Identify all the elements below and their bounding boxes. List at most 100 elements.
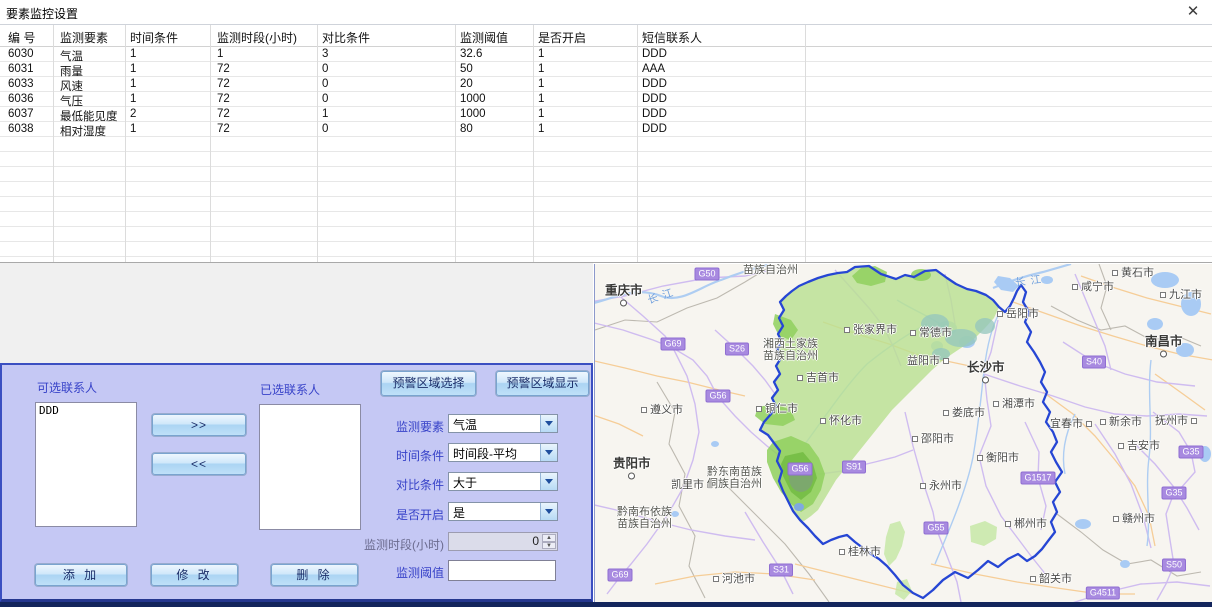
table-cell: 1 bbox=[130, 78, 136, 90]
small-lake-patch bbox=[794, 503, 804, 511]
chevron-down-icon[interactable] bbox=[540, 415, 557, 432]
table-cell: 72 bbox=[217, 78, 230, 90]
period-label: 监测时段(小时) bbox=[302, 536, 444, 553]
table-cell: 2 bbox=[130, 108, 136, 120]
table-cell: DDD bbox=[642, 93, 667, 105]
table-cell: DDD bbox=[642, 123, 667, 135]
area-show-button[interactable]: 预警区域显示 bbox=[496, 371, 589, 396]
table-cell: 6038 bbox=[8, 123, 34, 135]
table-cell: 32.6 bbox=[460, 48, 482, 60]
table-cell: 6036 bbox=[8, 93, 34, 105]
table-cell: 1000 bbox=[460, 108, 486, 120]
column-header: 是否开启 bbox=[538, 29, 586, 46]
overlap-patch bbox=[789, 464, 813, 492]
table-cell: 1 bbox=[130, 48, 136, 60]
move-right-button[interactable]: >> bbox=[152, 414, 246, 436]
table-grid-line bbox=[533, 25, 534, 262]
table-cell: 0 bbox=[322, 93, 328, 105]
table-header: 编 号监测要素时间条件监测时段(小时)对比条件监测阈值是否开启短信联系人 bbox=[0, 25, 1212, 47]
table-cell: 1 bbox=[538, 63, 544, 75]
table-row bbox=[0, 227, 1212, 242]
table-row bbox=[0, 242, 1212, 257]
table-cell: 0 bbox=[322, 78, 328, 90]
time-condition-select[interactable]: 时间段-平均 bbox=[448, 443, 558, 462]
spin-up-icon[interactable]: ▲ bbox=[542, 534, 556, 542]
table-grid-line bbox=[805, 25, 806, 262]
element-monitoring-window: 要素监控设置 ✕ 编 号监测要素时间条件监测时段(小时)对比条件监测阈值是否开启… bbox=[0, 0, 1212, 607]
column-header: 监测阈值 bbox=[460, 29, 508, 46]
selected-contacts-label: 已选联系人 bbox=[260, 381, 320, 398]
table-row[interactable]: 6031雨量1720501AAA bbox=[0, 62, 1212, 77]
settings-panel: 可选联系人 DDD 已选联系人 >> << 预警区域选择 预警区域显示 监测要素… bbox=[0, 363, 593, 602]
element-select[interactable]: 气温 bbox=[448, 414, 558, 433]
table-cell: 0 bbox=[322, 123, 328, 135]
spacer-area bbox=[0, 263, 593, 363]
table-cell: 3 bbox=[322, 48, 328, 60]
table-cell: 1 bbox=[538, 78, 544, 90]
compare-condition-select[interactable]: 大于 bbox=[448, 472, 558, 491]
table-grid-line bbox=[53, 25, 54, 262]
window-bottom-edge bbox=[0, 602, 1212, 607]
table-cell: 80 bbox=[460, 123, 473, 135]
time-condition-value: 时间段-平均 bbox=[453, 445, 517, 462]
table-cell: 20 bbox=[460, 78, 473, 90]
table-cell: 6037 bbox=[8, 108, 34, 120]
available-contacts-list[interactable]: DDD bbox=[35, 402, 137, 527]
map-canvas bbox=[595, 264, 1212, 602]
threshold-input[interactable] bbox=[448, 560, 556, 581]
modify-button[interactable]: 修 改 bbox=[151, 564, 238, 586]
table-body: 6030气温11332.61DDD6031雨量1720501AAA6033风速1… bbox=[0, 47, 1212, 262]
table-grid-line bbox=[125, 25, 126, 262]
map-view[interactable]: 重庆市遵义市贵阳市凯里市黔东南苗族侗族自治州黔南布依族苗族自治州河池市桂林市铜仁… bbox=[594, 264, 1212, 602]
time-condition-label: 时间条件 bbox=[332, 447, 444, 464]
table-cell: 1 bbox=[538, 123, 544, 135]
table-row[interactable]: 6030气温11332.61DDD bbox=[0, 47, 1212, 62]
table-cell: 1 bbox=[538, 48, 544, 60]
enabled-label: 是否开启 bbox=[332, 506, 444, 523]
delete-button[interactable]: 删 除 bbox=[271, 564, 358, 586]
table-row[interactable]: 6033风速1720201DDD bbox=[0, 77, 1212, 92]
table-cell: 72 bbox=[217, 108, 230, 120]
table-cell: 1 bbox=[217, 48, 223, 60]
enabled-value: 是 bbox=[453, 504, 465, 521]
table-row bbox=[0, 197, 1212, 212]
close-icon[interactable]: ✕ bbox=[1184, 3, 1202, 21]
table-cell: 6030 bbox=[8, 48, 34, 60]
table-row[interactable]: 6038相对湿度1720801DDD bbox=[0, 122, 1212, 137]
window-title: 要素监控设置 bbox=[6, 5, 78, 22]
move-left-button[interactable]: << bbox=[152, 453, 246, 475]
table-cell: 50 bbox=[460, 63, 473, 75]
spin-down-icon[interactable]: ▼ bbox=[542, 542, 556, 550]
compare-condition-value: 大于 bbox=[453, 474, 477, 491]
table-cell: 1 bbox=[130, 123, 136, 135]
column-header: 编 号 bbox=[8, 29, 35, 46]
period-spinner[interactable]: 0 ▲▼ bbox=[448, 532, 558, 551]
area-select-button[interactable]: 预警区域选择 bbox=[381, 371, 476, 396]
chevron-down-icon[interactable] bbox=[540, 473, 557, 490]
column-header: 短信联系人 bbox=[642, 29, 702, 46]
table-grid-line bbox=[317, 25, 318, 262]
table-cell: 72 bbox=[217, 63, 230, 75]
table-row[interactable]: 6037最低能见度272110001DDD bbox=[0, 107, 1212, 122]
available-contacts-label: 可选联系人 bbox=[37, 379, 97, 396]
table-cell: 1 bbox=[130, 93, 136, 105]
table-cell: 6033 bbox=[8, 78, 34, 90]
table-cell: 1000 bbox=[460, 93, 486, 105]
add-button[interactable]: 添 加 bbox=[35, 564, 127, 586]
chevron-down-icon[interactable] bbox=[540, 503, 557, 520]
table-cell: 0 bbox=[322, 63, 328, 75]
enabled-select[interactable]: 是 bbox=[448, 502, 558, 521]
table-cell: 1 bbox=[130, 63, 136, 75]
table-cell: 1 bbox=[538, 93, 544, 105]
chevron-down-icon[interactable] bbox=[540, 444, 557, 461]
column-header: 监测要素 bbox=[60, 29, 108, 46]
table-cell: 1 bbox=[322, 108, 328, 120]
table-row[interactable]: 6036气压172010001DDD bbox=[0, 92, 1212, 107]
monitoring-table: 编 号监测要素时间条件监测时段(小时)对比条件监测阈值是否开启短信联系人 603… bbox=[0, 25, 1212, 262]
table-row bbox=[0, 182, 1212, 197]
table-cell: DDD bbox=[642, 108, 667, 120]
column-header: 监测时段(小时) bbox=[217, 29, 297, 46]
list-item[interactable]: DDD bbox=[36, 403, 136, 418]
table-cell: 72 bbox=[217, 93, 230, 105]
compare-condition-label: 对比条件 bbox=[332, 476, 444, 493]
